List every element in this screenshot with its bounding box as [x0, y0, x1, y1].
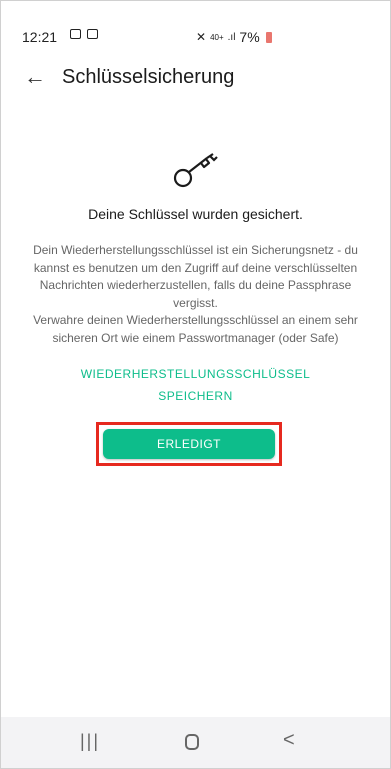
description: Dein Wiederherstellungsschlüssel ist ein… [21, 242, 371, 347]
battery-icon [265, 31, 272, 43]
key-icon [173, 153, 218, 188]
notification-icon [87, 29, 98, 39]
system-nav-bar: ||| < [0, 717, 391, 769]
highlight-box: ERLEDIGT [96, 422, 282, 466]
gallery-icon [70, 29, 81, 39]
nav-back-icon[interactable]: < [283, 729, 295, 752]
app-bar: ← Schlüsselsicherung [0, 64, 391, 92]
done-button[interactable]: ERLEDIGT [103, 429, 275, 459]
description-paragraph-1: Dein Wiederherstellungsschlüssel ist ein… [33, 243, 358, 310]
network-type: 40+ [210, 32, 224, 42]
home-icon[interactable] [185, 734, 199, 750]
main-content: Deine Schlüssel wurden gesichert. Dein W… [0, 150, 391, 407]
save-recovery-key-link[interactable]: WIEDERHERSTELLUNGSSCHLÜSSEL SPEICHERN [46, 363, 346, 407]
headline: Deine Schlüssel wurden gesichert. [88, 206, 303, 222]
mute-icon: ✕ [196, 30, 207, 44]
page-title: Schlüsselsicherung [62, 66, 235, 88]
battery-percent: 7% [239, 29, 260, 45]
description-paragraph-2: Verwahre deinen Wiederherstellungsschlüs… [33, 313, 358, 345]
back-arrow-icon[interactable]: ← [24, 64, 46, 90]
status-time: 12:21 [22, 29, 58, 45]
signal-icon: .ıl [227, 31, 236, 43]
recent-apps-icon[interactable]: ||| [80, 731, 100, 752]
status-right: ✕ 40+ .ıl 7% [196, 29, 272, 45]
status-bar: 12:21 ✕ 40+ .ıl 7% [22, 26, 369, 46]
top-border [0, 0, 391, 1]
notification-icons [70, 29, 98, 39]
